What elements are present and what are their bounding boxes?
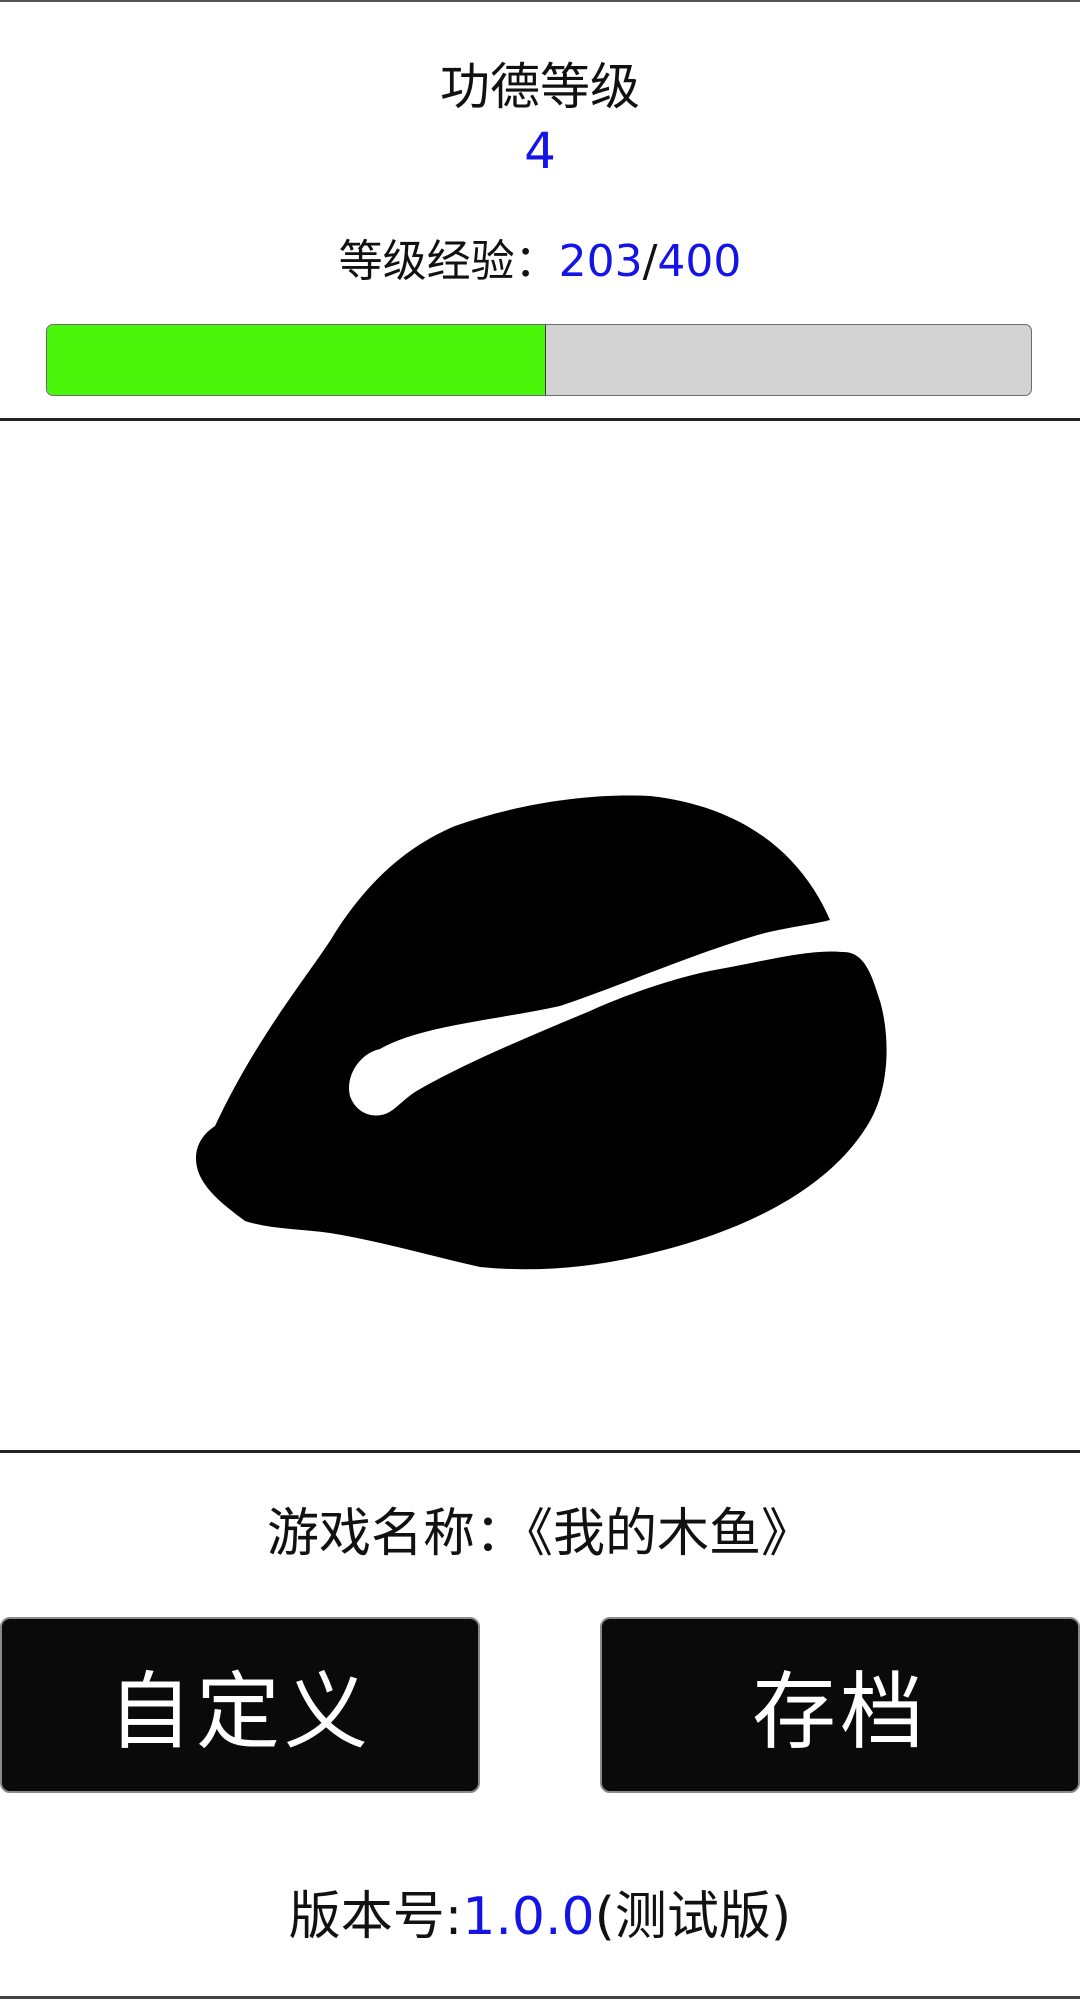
wooden-fish-tap-area[interactable] bbox=[0, 421, 1080, 1450]
bottom-divider bbox=[0, 1450, 1080, 1453]
experience-row: 等级经验：203/400 bbox=[0, 232, 1080, 292]
game-name-label: 游戏名称： bbox=[266, 1504, 527, 1564]
merit-level-title: 功德等级 bbox=[440, 58, 640, 116]
wooden-fish-icon[interactable] bbox=[0, 421, 1080, 1450]
top-border bbox=[0, 0, 1080, 2]
experience-progress-bar bbox=[46, 324, 1032, 396]
version-number: 1.0.0 bbox=[462, 1887, 595, 1947]
version-label: 版本号: bbox=[288, 1887, 463, 1947]
wooden-fish-body bbox=[195, 795, 887, 1270]
game-name-value: 《我的木鱼》 bbox=[527, 1504, 814, 1564]
experience-current: 203 bbox=[558, 236, 643, 287]
experience-separator: / bbox=[642, 236, 658, 287]
custom-button[interactable]: 自定义 bbox=[0, 1617, 480, 1793]
game-name-row: 游戏名称：《我的木鱼》 bbox=[0, 1498, 1080, 1570]
experience-max: 400 bbox=[657, 236, 742, 287]
merit-level-value: 4 bbox=[524, 122, 556, 180]
experience-label: 等级经验： bbox=[338, 236, 559, 287]
save-button-label: 存档 bbox=[751, 1662, 928, 1761]
version-row: 版本号:1.0.0(测试版) bbox=[0, 1880, 1080, 1954]
custom-button-label: 自定义 bbox=[107, 1662, 372, 1761]
save-button[interactable]: 存档 bbox=[600, 1617, 1080, 1793]
experience-progress-fill bbox=[47, 325, 547, 395]
version-suffix: (测试版) bbox=[594, 1887, 792, 1947]
bottom-border bbox=[0, 1996, 1080, 1999]
